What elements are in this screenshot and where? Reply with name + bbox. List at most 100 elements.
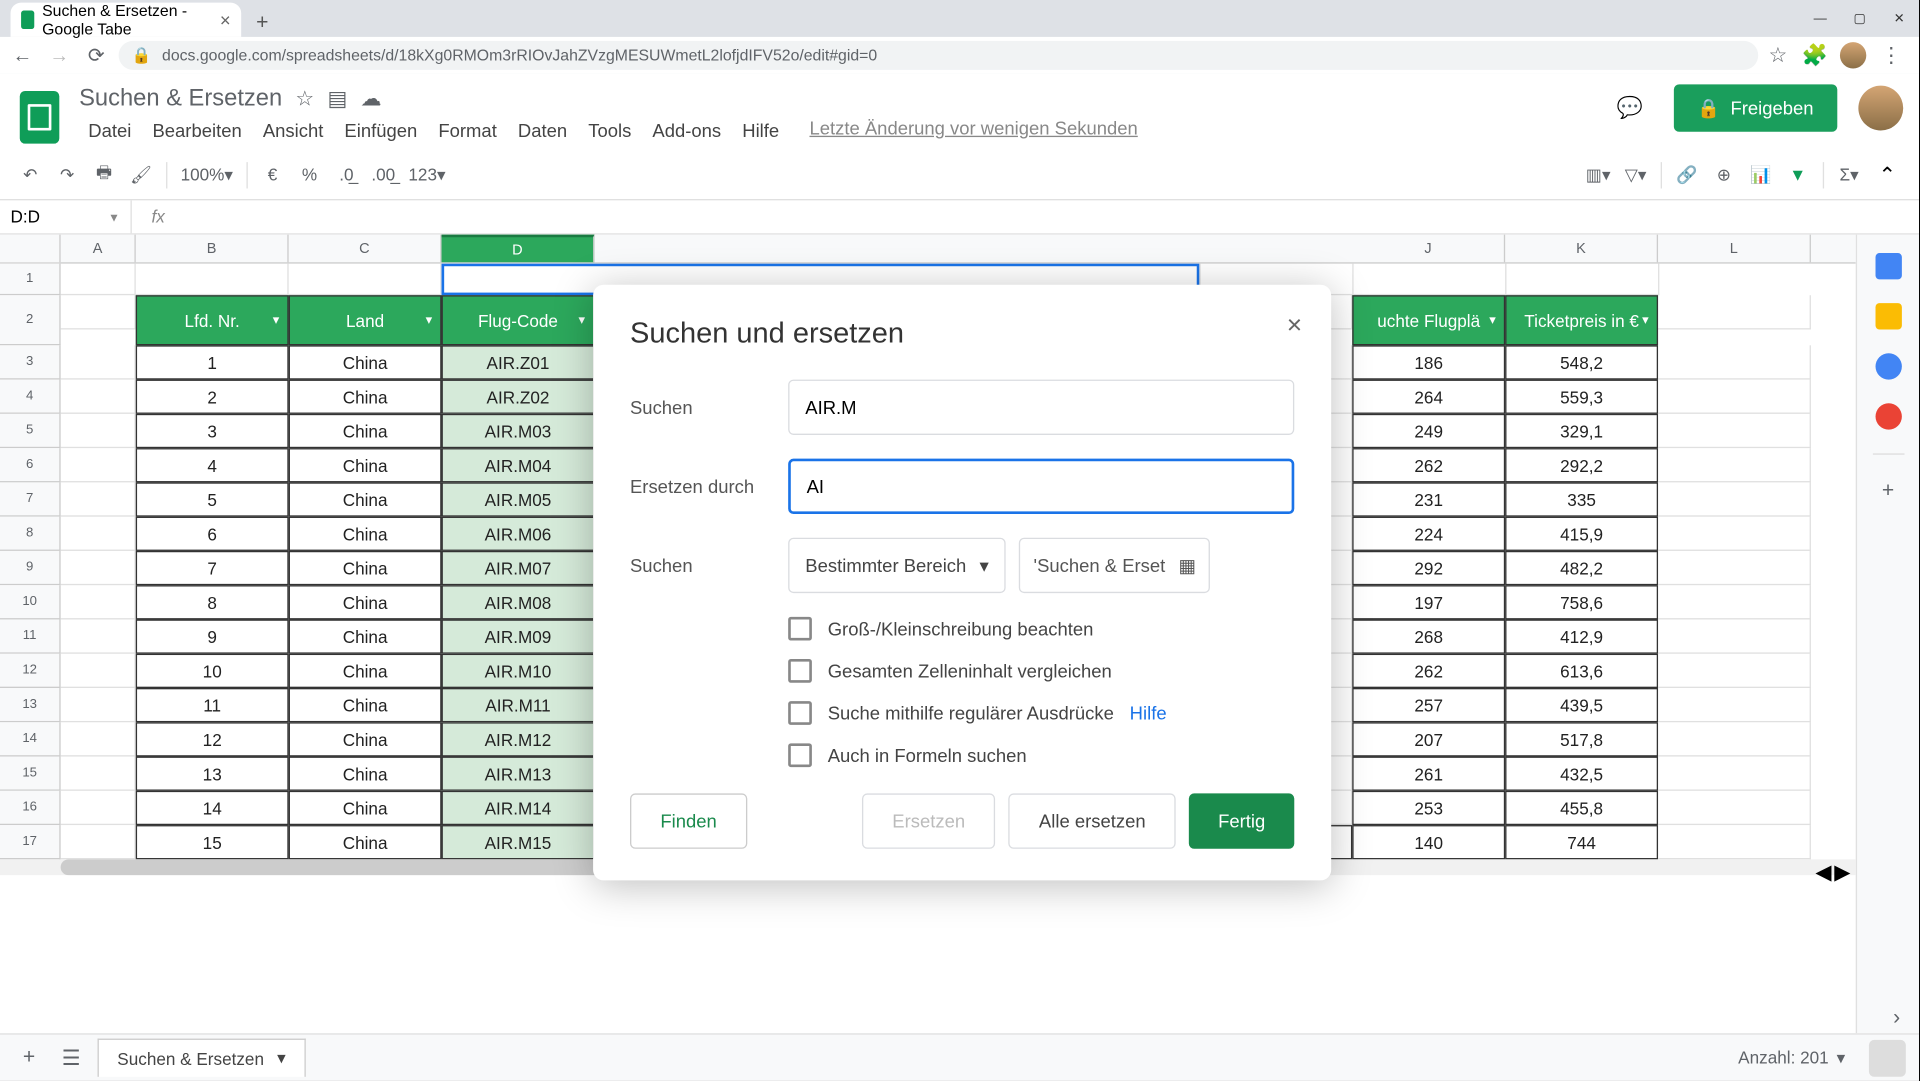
cell[interactable]: 335 — [1505, 482, 1658, 516]
forward-button[interactable]: → — [45, 41, 74, 70]
cell[interactable]: AIR.M04 — [442, 448, 595, 482]
cell[interactable]: AIR.Z01 — [442, 345, 595, 379]
find-button[interactable]: Finden — [630, 793, 747, 848]
cell[interactable]: 292,2 — [1505, 448, 1658, 482]
cell[interactable] — [1658, 380, 1811, 414]
cell[interactable]: 329,1 — [1505, 414, 1658, 448]
cell[interactable]: AIR.Z02 — [442, 380, 595, 414]
regex-checkbox[interactable] — [788, 701, 812, 725]
tasks-icon[interactable] — [1875, 353, 1901, 379]
cell[interactable]: AIR.M11 — [442, 688, 595, 722]
cell[interactable]: China — [289, 688, 442, 722]
cell[interactable] — [136, 264, 289, 296]
calendar-icon[interactable] — [1875, 253, 1901, 279]
selection-count[interactable]: Anzahl: 201▾ — [1738, 1047, 1845, 1068]
row-header[interactable]: 5 — [0, 414, 61, 448]
cell[interactable] — [61, 757, 136, 791]
cell[interactable] — [1658, 517, 1811, 551]
paint-format-icon[interactable]: 🖌 — [124, 158, 158, 192]
select-all-corner[interactable] — [0, 235, 61, 263]
menu-ansicht[interactable]: Ansicht — [254, 117, 333, 143]
name-box[interactable]: D:D ▼ — [0, 200, 132, 233]
cell[interactable]: China — [289, 791, 442, 825]
menu-format[interactable]: Format — [429, 117, 506, 143]
col-header-b[interactable]: B — [136, 235, 289, 263]
row-header[interactable]: 1 — [0, 264, 61, 296]
cell[interactable]: 7 — [136, 551, 289, 585]
cell[interactable]: Flug-Code▾ — [442, 295, 595, 345]
cell[interactable] — [61, 448, 136, 482]
filter-views-icon[interactable]: ▼ — [1781, 158, 1815, 192]
zoom-select[interactable]: 100% ▾ — [175, 158, 238, 192]
cell[interactable] — [1658, 791, 1811, 825]
percent-button[interactable]: % — [292, 158, 326, 192]
cell[interactable] — [1354, 264, 1507, 296]
account-avatar[interactable] — [1858, 86, 1903, 131]
reload-button[interactable]: ⟳ — [82, 41, 111, 70]
cell[interactable] — [1658, 448, 1811, 482]
cell[interactable] — [61, 688, 136, 722]
cell[interactable] — [61, 482, 136, 516]
cell[interactable]: China — [289, 619, 442, 653]
cell[interactable]: AIR.M06 — [442, 517, 595, 551]
cell[interactable]: 412,9 — [1505, 619, 1658, 653]
cell[interactable]: 415,9 — [1505, 517, 1658, 551]
cell[interactable]: 744 — [1505, 825, 1658, 859]
window-maximize[interactable]: ▢ — [1840, 0, 1880, 37]
row-header[interactable]: 6 — [0, 448, 61, 482]
cell[interactable] — [61, 517, 136, 551]
cell[interactable] — [1658, 825, 1811, 859]
row-header[interactable]: 14 — [0, 722, 61, 756]
cell[interactable]: 249 — [1352, 414, 1505, 448]
cell[interactable] — [1658, 722, 1811, 756]
cell[interactable]: China — [289, 551, 442, 585]
grid-icon[interactable]: ▦ — [1178, 554, 1195, 576]
cell[interactable]: China — [289, 585, 442, 619]
cell[interactable] — [61, 345, 136, 379]
replace-button[interactable]: Ersetzen — [862, 793, 995, 848]
cell[interactable]: 3 — [136, 414, 289, 448]
row-header[interactable]: 4 — [0, 380, 61, 414]
col-header-c[interactable]: C — [289, 235, 442, 263]
row-header[interactable]: 7 — [0, 482, 61, 516]
match-case-checkbox[interactable] — [788, 617, 812, 641]
all-sheets-button[interactable]: ☰ — [55, 1042, 87, 1074]
cell[interactable]: AIR.M07 — [442, 551, 595, 585]
range-input[interactable]: 'Suchen & Erset ▦ — [1019, 538, 1210, 593]
dialog-close-icon[interactable]: × — [1287, 311, 1302, 341]
row-header[interactable]: 16 — [0, 791, 61, 825]
cell[interactable] — [289, 264, 442, 296]
cell[interactable] — [1658, 295, 1811, 329]
cell[interactable]: 517,8 — [1505, 722, 1658, 756]
cell[interactable] — [61, 295, 136, 329]
cell[interactable]: China — [289, 517, 442, 551]
cell[interactable]: China — [289, 757, 442, 791]
col-header-l[interactable]: L — [1658, 235, 1811, 263]
scroll-right-icon[interactable]: ▶ — [1834, 859, 1850, 875]
new-tab-button[interactable]: + — [249, 11, 275, 37]
cell[interactable] — [61, 551, 136, 585]
cell[interactable]: 261 — [1352, 757, 1505, 791]
row-header[interactable]: 11 — [0, 619, 61, 653]
cell[interactable] — [1658, 688, 1811, 722]
cell[interactable] — [1658, 414, 1811, 448]
redo-icon[interactable]: ↷ — [50, 158, 84, 192]
row-header[interactable]: 8 — [0, 517, 61, 551]
scope-select[interactable]: Bestimmter Bereich▾ — [788, 538, 1006, 593]
address-bar[interactable]: 🔒 docs.google.com/spreadsheets/d/18kXg0R… — [119, 41, 1759, 70]
cell[interactable]: 2 — [136, 380, 289, 414]
document-title[interactable]: Suchen & Ersetzen — [79, 84, 282, 112]
menu-addons[interactable]: Add-ons — [643, 117, 730, 143]
cell[interactable]: 14 — [136, 791, 289, 825]
freeze-icon[interactable]: ▥▾ — [1581, 158, 1616, 192]
cell[interactable] — [1658, 585, 1811, 619]
formula-checkbox[interactable] — [788, 743, 812, 767]
cell[interactable]: 5 — [136, 482, 289, 516]
cell[interactable]: 11 — [136, 688, 289, 722]
cell[interactable]: 15 — [136, 825, 289, 859]
cell[interactable]: 613,6 — [1505, 654, 1658, 688]
cell[interactable]: AIR.M14 — [442, 791, 595, 825]
add-sheet-button[interactable]: + — [13, 1042, 45, 1074]
cell[interactable]: 292 — [1352, 551, 1505, 585]
replace-input[interactable] — [788, 459, 1294, 514]
